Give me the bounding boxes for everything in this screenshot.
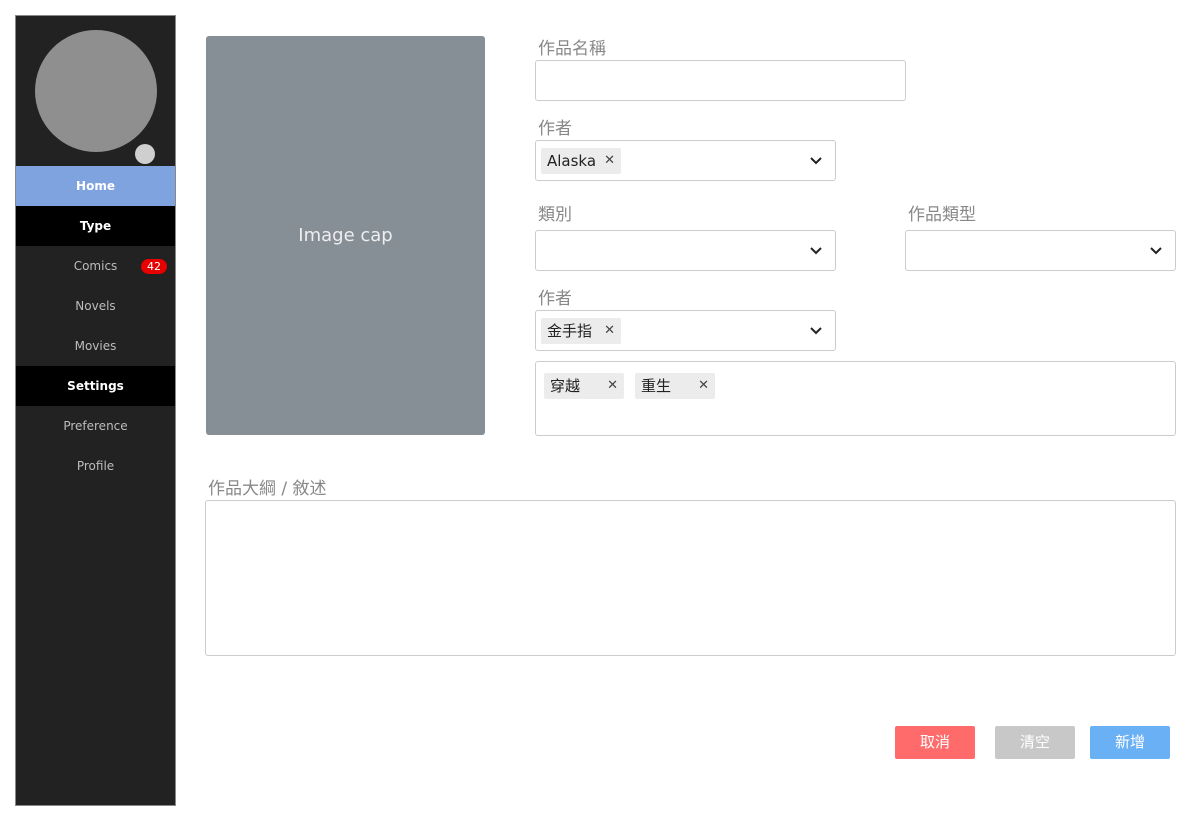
tag-label: 重生 [641,377,672,395]
sidebar-item-label: Profile [76,459,115,473]
sidebar: Home Type Comics 42 Novels Movies Settin… [15,15,176,806]
sidebar-item-label: Novels [75,299,116,313]
title-input[interactable] [535,60,906,101]
sidebar-item-label: Comics [73,259,118,273]
status-dot [135,144,155,164]
author-label: 作者 [538,119,572,139]
chevron-down-icon[interactable] [1149,242,1163,260]
work-type-select[interactable] [905,230,1176,271]
avatar-container [35,30,157,164]
cancel-button[interactable]: 取消 [895,726,975,759]
author2-select[interactable]: 金手指 ✕ [535,310,836,351]
author-select[interactable]: Alaska ✕ [535,140,836,181]
sidebar-item-novels[interactable]: Novels [16,286,175,326]
sidebar-item-profile[interactable]: Profile [16,446,175,486]
genre-tag: 重生 ✕ [635,373,715,399]
category-select[interactable] [535,230,836,271]
sidebar-item-comics[interactable]: Comics 42 [16,246,175,286]
avatar[interactable] [35,30,157,152]
sidebar-item-home[interactable]: Home [16,166,175,206]
close-icon[interactable]: ✕ [604,148,615,174]
category-label: 類別 [538,205,572,225]
image-cap[interactable]: Image cap [206,36,485,435]
tag-label: Alaska [547,152,597,170]
chevron-down-icon[interactable] [809,322,823,340]
tag-label: 金手指 [547,322,593,340]
image-cap-text: Image cap [298,225,393,246]
genre-tag: 穿越 ✕ [544,373,624,399]
genre-tags-box[interactable]: 穿越 ✕ 重生 ✕ [535,361,1176,436]
sidebar-section-label: Type [79,219,112,233]
chevron-down-icon[interactable] [809,242,823,260]
count-badge: 42 [141,259,167,274]
close-icon[interactable]: ✕ [604,318,615,344]
synopsis-label: 作品大綱 / 敘述 [208,479,327,499]
work-type-label: 作品類型 [908,205,976,225]
sidebar-item-label: Preference [63,419,128,433]
sidebar-item-label: Home [76,179,115,193]
sidebar-nav: Home Type Comics 42 Novels Movies Settin… [16,166,175,486]
author2-label: 作者 [538,289,572,309]
sidebar-item-label: Movies [74,339,117,353]
add-button[interactable]: 新增 [1090,726,1170,759]
clear-button[interactable]: 清空 [995,726,1075,759]
sidebar-item-preference[interactable]: Preference [16,406,175,446]
sidebar-section-type: Type [16,206,175,246]
sidebar-item-movies[interactable]: Movies [16,326,175,366]
synopsis-textarea[interactable] [205,500,1176,656]
tag-label: 穿越 [550,377,581,395]
close-icon[interactable]: ✕ [607,373,618,399]
title-label: 作品名稱 [538,39,606,59]
sidebar-section-label: Settings [67,379,124,393]
close-icon[interactable]: ✕ [698,373,709,399]
author2-tag: 金手指 ✕ [541,318,621,344]
sidebar-section-settings: Settings [16,366,175,406]
author-tag: Alaska ✕ [541,148,621,174]
chevron-down-icon[interactable] [809,152,823,170]
